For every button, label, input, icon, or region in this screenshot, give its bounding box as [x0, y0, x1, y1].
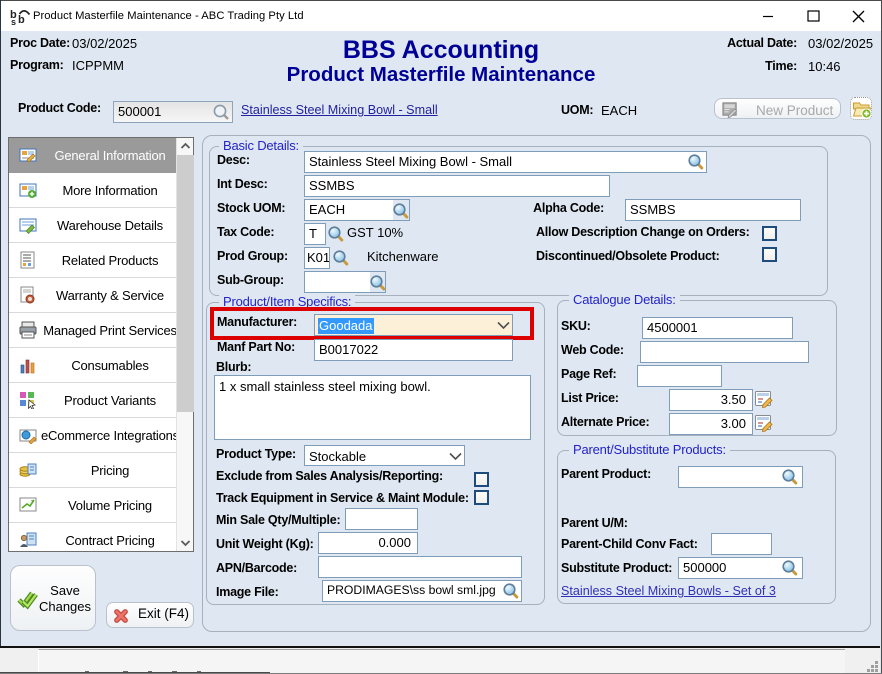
- svg-text:s: s: [11, 17, 16, 26]
- svg-text:b: b: [18, 14, 25, 26]
